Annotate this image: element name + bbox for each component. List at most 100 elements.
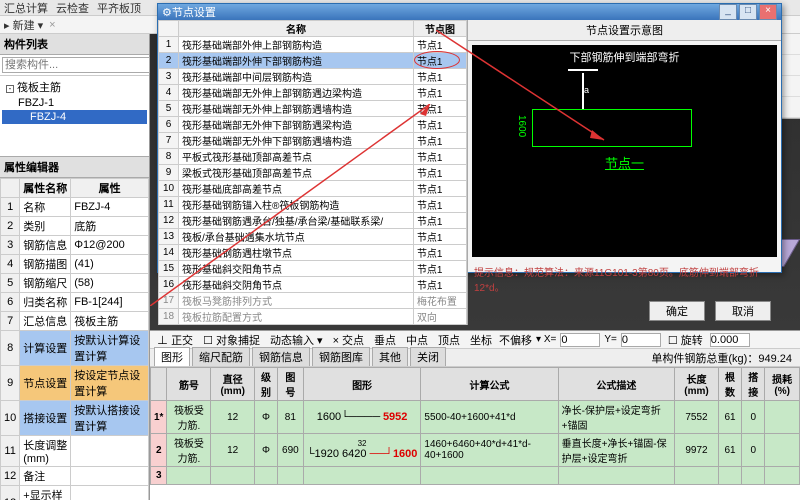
table-row[interactable]: 1*筏板受力筋.12Φ811600└──── 59525500-40+1600+…	[151, 401, 800, 434]
component-tree[interactable]: -筏板主筋 FBZJ-1 FBZJ-4	[0, 76, 149, 156]
node-row[interactable]: 4筏形基础端部无外伸上部钢筋遇边梁构造节点1	[159, 85, 467, 101]
grid-header[interactable]: 根数	[718, 368, 741, 401]
maximize-button[interactable]: □	[739, 4, 757, 20]
node-row[interactable]: 14筏形基础钢筋遇柱墩节点节点1	[159, 245, 467, 261]
expand-icon[interactable]: -	[6, 85, 14, 93]
preview-canvas: 下部钢筋伸到端部弯折 la 1600 节点一	[472, 45, 777, 257]
preview-caption: 下部钢筋伸到端部弯折	[472, 49, 777, 65]
property-row[interactable]: 2类别底筋	[1, 217, 149, 236]
property-row[interactable]: 4钢筋描图(41)	[1, 255, 149, 274]
result-tabs: 图形 缩尺配筋 钢筋信息 钢筋图库 其他 关闭 单构件钢筋总重(kg)：949.…	[150, 349, 800, 367]
node-row[interactable]: 5筏形基础端部无外伸上部钢筋遇墙构造节点1	[159, 101, 467, 117]
rotate-angle-input[interactable]	[710, 333, 750, 347]
tab-shape[interactable]: 图形	[154, 347, 190, 366]
tree-item-selected[interactable]: FBZJ-4	[2, 110, 147, 124]
search-input[interactable]	[2, 57, 150, 73]
snap-intersection[interactable]: × 交点	[330, 332, 367, 348]
tab-library[interactable]: 钢筋图库	[312, 347, 370, 366]
snap-mid[interactable]: 中点	[403, 332, 431, 348]
grid-header[interactable]: 计算公式	[421, 368, 558, 401]
preview-pane: 节点设置示意图 下部钢筋伸到端部弯折 la 1600 节点一 提示信息：规范算法…	[468, 20, 781, 325]
snap-vertex[interactable]: 顶点	[435, 332, 463, 348]
tree-root[interactable]: -筏板主筋	[2, 78, 147, 96]
preview-title: 节点设置示意图	[468, 20, 781, 41]
node-settings-dialog: ⚙ 节点设置 _ □ × 名称节点图 1筏形基础端部外伸上部钢筋构造节点12筏形…	[157, 3, 782, 273]
rebar-data-grid[interactable]: 筋号直径(mm)级别图号图形计算公式公式描述长度(mm)根数搭接损耗(%) 1*…	[150, 367, 800, 500]
tab-close[interactable]: 关闭	[410, 347, 446, 366]
grid-header[interactable]: 图形	[303, 368, 421, 401]
node-row[interactable]: 1筏形基础端部外伸上部钢筋构造节点1	[159, 37, 467, 53]
node-row[interactable]: 8平板式筏形基础顶部高差节点节点1	[159, 149, 467, 165]
snap-perp[interactable]: 垂点	[371, 332, 399, 348]
grid-header[interactable]: 级别	[254, 368, 277, 401]
node-row[interactable]: 16筏形基础斜交阴角节点节点1	[159, 277, 467, 293]
property-row[interactable]: 10搭接设置按默认搭接设置计算	[1, 401, 149, 436]
tree-item[interactable]: FBZJ-1	[2, 96, 147, 110]
rotate-toggle[interactable]: ☐ 旋转	[665, 332, 706, 348]
grid-header[interactable]: 长度(mm)	[675, 368, 719, 401]
property-row[interactable]: 3钢筋信息Φ12@200	[1, 236, 149, 255]
tb-cloud[interactable]: 云检查	[56, 0, 89, 16]
node-label: 节点一	[472, 153, 777, 172]
grid-header[interactable]: 公式描述	[558, 368, 675, 401]
property-row[interactable]: 7汇总信息筏板主筋	[1, 312, 149, 331]
new-button[interactable]: ▸ 新建 ▾	[4, 17, 43, 33]
node-row[interactable]: 17筏板马凳筋排列方式梅花布置	[159, 293, 467, 309]
node-row[interactable]: 13筏板/承台基础遇集水坑节点节点1	[159, 229, 467, 245]
property-editor-title: 属性编辑器	[0, 156, 149, 178]
tb-sum[interactable]: 汇总计算	[4, 0, 48, 16]
total-weight: 单构件钢筋总重(kg)：949.24	[647, 350, 796, 366]
node-list[interactable]: 名称节点图 1筏形基础端部外伸上部钢筋构造节点12筏形基础端部外伸下部钢筋构造节…	[158, 20, 468, 325]
component-list-title: 构件列表	[0, 34, 149, 55]
tb-align[interactable]: 平齐板顶	[97, 0, 141, 16]
hint-text: 提示信息：规范算法：来源11G101-3第80页。底筋伸到端部弯折12*d。	[468, 261, 781, 297]
dialog-titlebar[interactable]: ⚙ 节点设置 _ □ ×	[158, 4, 781, 20]
grid-header[interactable]: 图号	[278, 368, 304, 401]
dim-la: la	[582, 85, 589, 95]
grid-header[interactable]: 损耗(%)	[765, 368, 800, 401]
node-row[interactable]: 2筏形基础端部外伸下部钢筋构造节点1	[159, 53, 467, 69]
node-row[interactable]: 11筏形基础钢筋锚入柱®筏板钢筋构造节点1	[159, 197, 467, 213]
property-row[interactable]: 13+显示样式	[1, 486, 149, 500]
dim-1600: 1600	[516, 115, 527, 137]
gear-icon: ⚙	[162, 6, 172, 19]
table-row[interactable]: 2筏板受力筋.12Φ69032└1920 6420 ──┘16001460+64…	[151, 434, 800, 467]
grid-header[interactable]: 筋号	[167, 368, 211, 401]
property-row[interactable]: 11长度调整(mm)	[1, 436, 149, 467]
node-row[interactable]: 9梁板式筏形基础顶部高差节点节点1	[159, 165, 467, 181]
dialog-title: 节点设置	[172, 4, 717, 20]
property-row[interactable]: 9节点设置按设定节点设置计算	[1, 366, 149, 401]
property-row[interactable]: 8计算设置按默认计算设置计算	[1, 331, 149, 366]
node-row[interactable]: 12筏形基础钢筋遇承台/独基/承台梁/基础联系梁/节点1	[159, 213, 467, 229]
tab-other[interactable]: 其他	[372, 347, 408, 366]
property-row[interactable]: 12备注	[1, 467, 149, 486]
cancel-button[interactable]: 取消	[715, 301, 771, 321]
property-table[interactable]: 属性名称属性 1名称FBZJ-42类别底筋3钢筋信息Φ12@2004钢筋描图(4…	[0, 178, 149, 500]
node-row[interactable]: 10筏形基础底部高差节点节点1	[159, 181, 467, 197]
coord-label: 坐标	[467, 332, 495, 348]
table-row[interactable]: 3	[151, 467, 800, 485]
tab-scale[interactable]: 缩尺配筋	[192, 347, 250, 366]
property-row[interactable]: 6归类名称FB-1[244]	[1, 293, 149, 312]
grid-header[interactable]: 直径(mm)	[211, 368, 255, 401]
property-row[interactable]: 5钢筋缩尺(58)	[1, 274, 149, 293]
osnap-toggle[interactable]: ☐ 对象捕捉	[200, 332, 263, 348]
grid-header[interactable]: 搭接	[742, 368, 765, 401]
bottom-panel: ⊥ 正交 ☐ 对象捕捉 动态输入 ▾ × 交点 垂点 中点 顶点 坐标 不偏移▾…	[150, 330, 800, 500]
node-row[interactable]: 6筏形基础端部无外伸下部钢筋遇梁构造节点1	[159, 117, 467, 133]
coord-x-input[interactable]	[560, 333, 600, 347]
ok-button[interactable]: 确定	[649, 301, 705, 321]
tab-rebarinfo[interactable]: 钢筋信息	[252, 347, 310, 366]
node-row[interactable]: 18筏板拉筋配置方式双向	[159, 309, 467, 325]
coord-mode[interactable]: 不偏移	[499, 332, 532, 348]
dyn-input-toggle[interactable]: 动态输入 ▾	[267, 332, 326, 348]
node-row[interactable]: 7筏形基础端部无外伸下部钢筋遇墙构造节点1	[159, 133, 467, 149]
left-panel: 构件列表 Q -筏板主筋 FBZJ-1 FBZJ-4 属性编辑器 属性名称属性 …	[0, 34, 150, 500]
minimize-button[interactable]: _	[719, 4, 737, 20]
property-row[interactable]: 1名称FBZJ-4	[1, 198, 149, 217]
ortho-toggle[interactable]: ⊥ 正交	[154, 332, 196, 348]
node-row[interactable]: 15筏形基础斜交阳角节点节点1	[159, 261, 467, 277]
close-button[interactable]: ×	[759, 4, 777, 20]
node-row[interactable]: 3筏形基础端部中间层钢筋构造节点1	[159, 69, 467, 85]
coord-y-input[interactable]	[621, 333, 661, 347]
